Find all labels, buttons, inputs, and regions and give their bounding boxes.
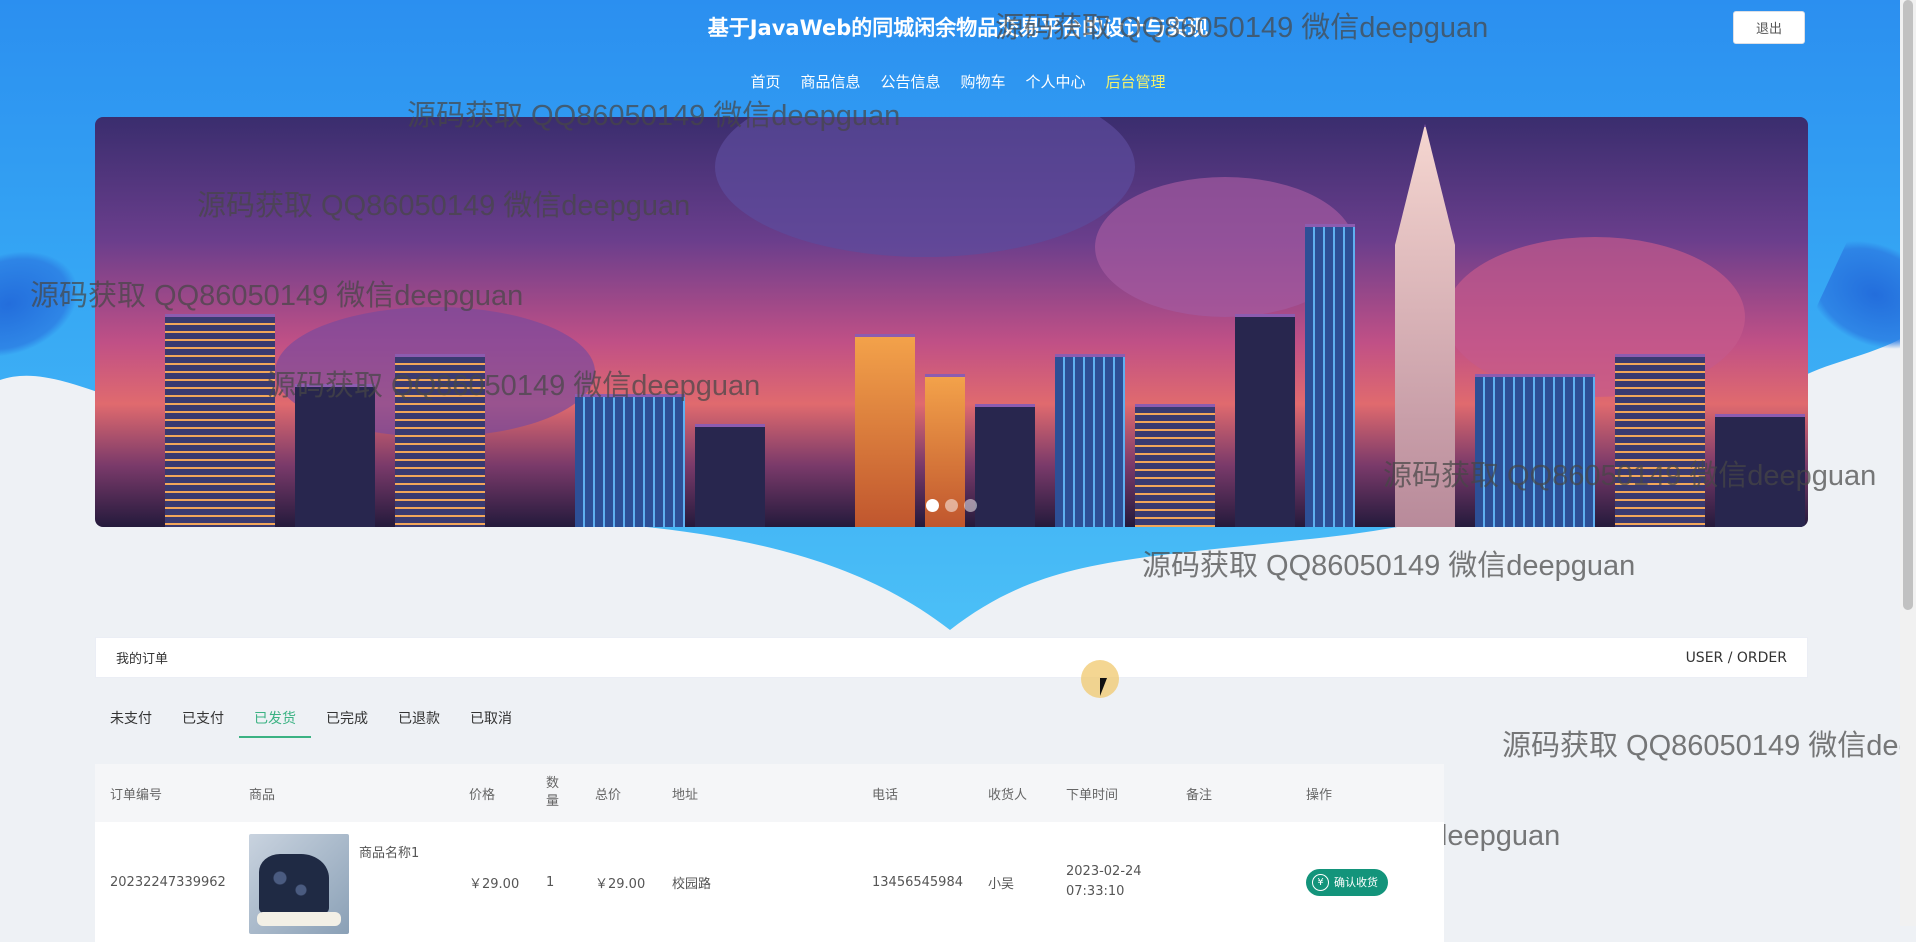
nav-item-cart[interactable]: 购物车 (961, 71, 1006, 92)
nav-item-notice[interactable]: 公告信息 (880, 71, 940, 92)
watermark: 源码获取 QQ86050149 微信deepguan (267, 370, 761, 402)
column-header: 下单时间 (1051, 764, 1171, 822)
total-price: ￥29.00 (580, 822, 657, 942)
column-header: 电话 (857, 764, 973, 822)
nav-item-admin[interactable]: 后台管理 (1106, 71, 1166, 92)
main-nav: 首页 商品信息 公告信息 购物车 个人中心 后台管理 (0, 71, 1916, 92)
banner-cloud (715, 117, 1135, 257)
tab-paid[interactable]: 已支付 (167, 706, 239, 738)
watermark: 源码获取 QQ86050149 微信deepguan (1383, 460, 1877, 492)
scrollbar-thumb[interactable] (1903, 0, 1913, 610)
column-header: 数量 (531, 764, 580, 822)
product-image[interactable] (249, 834, 349, 934)
column-header: 收货人 (973, 764, 1051, 822)
product-name[interactable]: 商品名称1 (359, 834, 419, 861)
tab-completed[interactable]: 已完成 (311, 706, 383, 738)
site-title: 基于JavaWeb的同城闲余物品交易平台的设计与实现 (707, 16, 1209, 40)
carousel-dot[interactable] (964, 499, 977, 512)
column-header: 操作 (1291, 764, 1444, 822)
order-section-header: 我的订单 USER / ORDER (95, 637, 1808, 678)
watermark: 源码获取 QQ86050149 微信deepguan (995, 12, 1489, 44)
nav-item-home[interactable]: 首页 (750, 71, 780, 92)
nav-item-goods[interactable]: 商品信息 (800, 71, 860, 92)
table-row: 20232247339962 商品名称1 ￥29.00 1 ￥29.00 校园路… (95, 822, 1444, 942)
receiver: 小吴 (973, 822, 1051, 942)
remark (1171, 822, 1291, 942)
banner-building (165, 314, 275, 527)
vertical-scrollbar[interactable] (1900, 0, 1916, 926)
mouse-pointer-icon (1100, 678, 1107, 696)
watermark: 源码获取 QQ86050149 微信deepguan (1502, 730, 1916, 762)
carousel-dot[interactable] (945, 499, 958, 512)
tab-refunded[interactable]: 已退款 (383, 706, 455, 738)
address: 校园路 (657, 822, 857, 942)
carousel-dot[interactable] (926, 499, 939, 512)
column-header: 商品 (234, 764, 454, 822)
column-header: 价格 (454, 764, 531, 822)
watermark: 源码获取 QQ86050149 微信deepguan (407, 100, 901, 132)
tab-shipped[interactable]: 已发货 (239, 706, 311, 738)
table-header-row: 订单编号 商品 价格 数量 总价 地址 电话 收货人 下单时间 备注 操作 (95, 764, 1444, 822)
quantity: 1 (531, 822, 580, 942)
column-header: 总价 (580, 764, 657, 822)
column-header: 地址 (657, 764, 857, 822)
column-header: 备注 (1171, 764, 1291, 822)
order-time: 2023-02-24 07:33:10 (1051, 822, 1171, 942)
watermark: 源码获取 QQ86050149 微信deepguan (30, 280, 524, 312)
order-status-tabs: 未支付 已支付 已发货 已完成 已退款 已取消 (95, 706, 527, 738)
breadcrumb: USER / ORDER (1685, 649, 1787, 666)
logout-button[interactable]: 退出 (1733, 11, 1805, 44)
phone: 13456545984 (857, 822, 973, 942)
order-section-title: 我的订单 (116, 652, 169, 667)
tab-cancelled[interactable]: 已取消 (455, 706, 527, 738)
yen-icon: ¥ (1312, 873, 1329, 891)
confirm-receipt-button[interactable]: ¥ 确认收货 (1306, 868, 1388, 896)
column-header: 订单编号 (95, 764, 234, 822)
quantity-header-label: 数量 (546, 776, 560, 809)
nav-item-profile[interactable]: 个人中心 (1026, 71, 1086, 92)
watermark: 源码获取 QQ86050149 微信deepguan (1142, 550, 1636, 582)
goods-cell: 商品名称1 (234, 822, 454, 942)
order-table: 订单编号 商品 价格 数量 总价 地址 电话 收货人 下单时间 备注 操作 20… (95, 764, 1444, 942)
order-number: 20232247339962 (95, 822, 234, 942)
tab-unpaid[interactable]: 未支付 (95, 706, 167, 738)
banner-building (1305, 224, 1355, 527)
order-time-value: 2023-02-24 07:33:10 (1066, 864, 1142, 899)
price: ￥29.00 (454, 822, 531, 942)
watermark: 源码获取 QQ86050149 微信deepguan (197, 190, 691, 222)
action-cell: ¥ 确认收货 (1291, 822, 1444, 942)
carousel-indicators (95, 499, 1808, 512)
banner-building (1235, 314, 1295, 527)
confirm-receipt-label: 确认收货 (1334, 876, 1378, 889)
